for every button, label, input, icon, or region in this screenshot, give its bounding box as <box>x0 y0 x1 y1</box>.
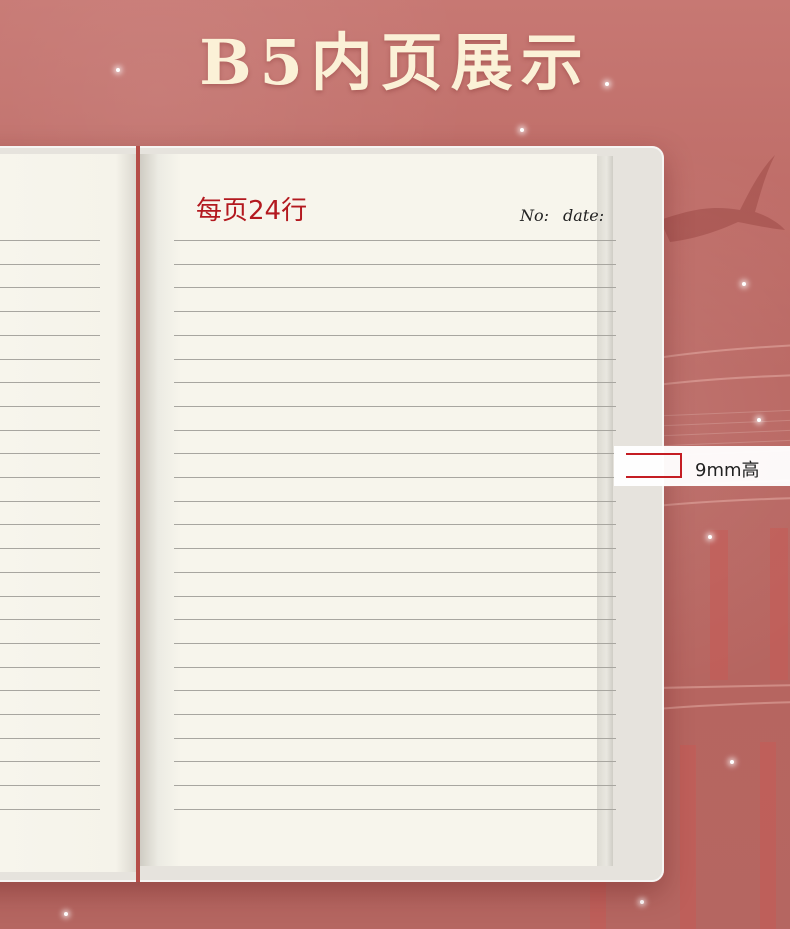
ruled-line <box>0 785 100 787</box>
star-icon <box>757 418 761 422</box>
ruled-line <box>174 524 616 526</box>
ruled-line <box>174 358 616 360</box>
ruled-line <box>174 500 616 502</box>
line-height-marker <box>626 453 682 478</box>
ruled-line <box>0 405 100 407</box>
product-detail-stage: B5内页展示 每页24行 No: date: 9mm高 <box>0 0 790 929</box>
ruled-line <box>174 808 616 810</box>
ruled-line <box>174 477 616 478</box>
ruled-line <box>174 263 616 265</box>
star-icon <box>730 760 734 764</box>
lines-per-page-label: 每页24行 <box>196 196 308 226</box>
star-icon <box>742 282 746 286</box>
ruled-line <box>0 595 100 597</box>
ruled-line <box>174 761 616 763</box>
ruled-line <box>0 382 100 384</box>
ruled-line <box>0 666 100 668</box>
star-icon <box>64 912 68 916</box>
star-icon <box>640 900 644 904</box>
ruled-line <box>0 524 100 526</box>
ruled-line <box>174 287 616 289</box>
ruled-line <box>0 453 100 455</box>
date-label: date: <box>563 206 605 225</box>
ruled-line <box>0 263 100 265</box>
ruled-line <box>174 690 616 692</box>
ruled-line <box>174 405 616 407</box>
page-title: B5内页展示 <box>199 26 591 99</box>
no-date-header: No: date: <box>520 206 610 225</box>
ruled-line <box>174 666 616 668</box>
ruled-line <box>0 737 100 739</box>
ruled-line <box>174 453 616 455</box>
left-page <box>0 154 136 872</box>
ruled-line <box>174 311 616 313</box>
ruled-line <box>0 334 100 336</box>
ruled-line <box>0 690 100 692</box>
ruled-line <box>0 429 100 431</box>
ruled-line <box>0 311 100 313</box>
ruled-line <box>0 642 100 644</box>
ruled-line <box>174 334 616 336</box>
ruled-line <box>174 785 616 787</box>
ruled-line <box>174 619 616 621</box>
notebook: 每页24行 No: date: <box>0 146 664 882</box>
ruled-line <box>174 595 616 597</box>
ruled-line <box>0 477 100 478</box>
ruled-line <box>0 287 100 289</box>
ruled-line <box>174 548 616 550</box>
ruled-line <box>0 548 100 550</box>
star-icon <box>708 535 712 539</box>
ruled-line <box>0 240 100 241</box>
crane-icon <box>660 155 785 242</box>
ruled-line <box>174 240 616 241</box>
ruled-line <box>0 358 100 360</box>
line-height-label: 9mm高 <box>695 460 760 481</box>
ruled-line <box>174 642 616 644</box>
ruled-line <box>0 571 100 573</box>
ruled-line <box>0 761 100 763</box>
right-page <box>140 154 597 866</box>
star-icon <box>520 128 524 132</box>
ruled-line <box>0 714 100 715</box>
ruled-line <box>174 571 616 573</box>
ruled-line <box>0 808 100 810</box>
no-label: No: <box>520 206 550 225</box>
ruled-line <box>174 429 616 431</box>
page-edge <box>597 156 613 866</box>
ruled-line <box>0 500 100 502</box>
ruled-line <box>174 737 616 739</box>
ruled-line <box>174 382 616 384</box>
ruled-line <box>174 714 616 715</box>
ruled-line <box>0 619 100 621</box>
